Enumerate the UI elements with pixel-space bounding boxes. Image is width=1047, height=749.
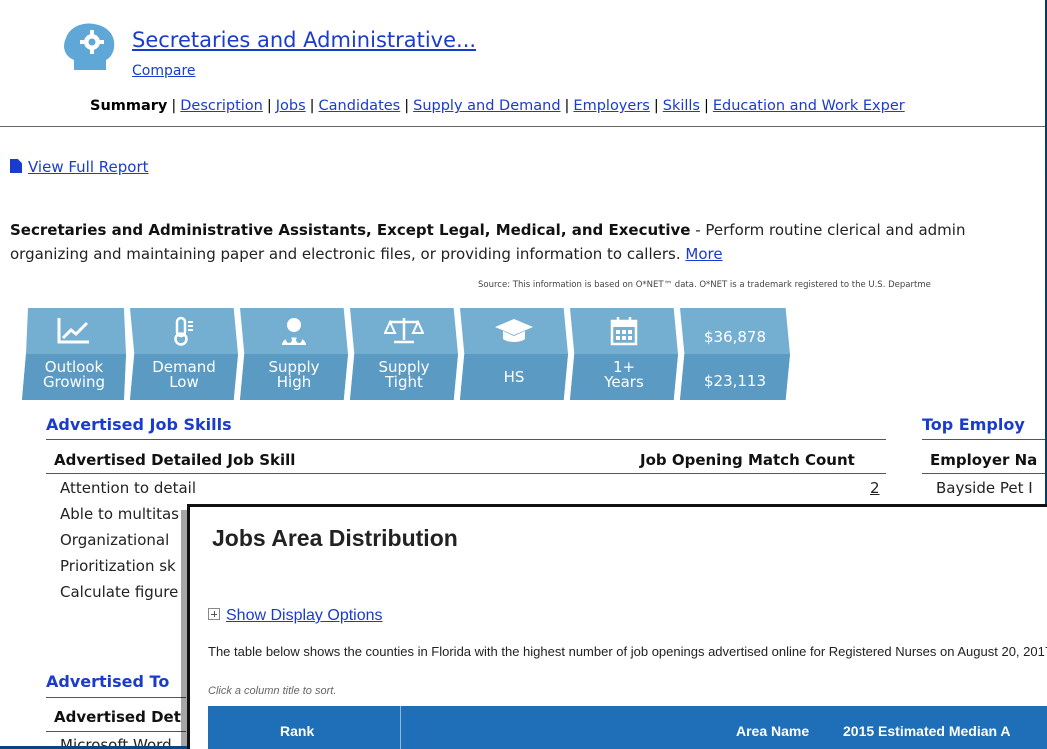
column-rank[interactable]: Rank <box>280 723 314 739</box>
overlay-description: The table below shows the counties in Fl… <box>208 644 1047 659</box>
wage-high: $36,878 <box>703 328 767 346</box>
overlay-title: Jobs Area Distribution <box>212 525 458 551</box>
employers-column-header[interactable]: Employer Na <box>930 451 1037 469</box>
wage-low: $23,113 <box>703 372 767 390</box>
scales-icon <box>384 318 424 344</box>
employer-name: Bayside Pet I <box>936 479 1033 497</box>
employers-heading: Top Employ <box>922 415 1025 434</box>
tab-description[interactable]: Description <box>180 98 263 114</box>
tile-supply-line2: High <box>276 373 312 391</box>
divider <box>46 439 886 440</box>
skill-name: Calculate figure <box>60 583 179 601</box>
tile-demand[interactable]: Demand Low <box>130 308 238 400</box>
occupation-description: Secretaries and Administrative Assistant… <box>10 218 1045 266</box>
tile-education-label: HS <box>503 368 525 386</box>
graduation-cap-icon <box>495 319 533 342</box>
source-note: Source: This information is based on O*N… <box>478 280 931 290</box>
divider <box>922 439 1045 440</box>
tab-supply-and-demand[interactable]: Supply and Demand <box>413 98 560 114</box>
tab-skills[interactable]: Skills <box>663 98 700 114</box>
show-display-options[interactable]: Show Display Options <box>208 607 383 625</box>
tab-bar: Summary | Description | Jobs | Candidates | Supp… <box>90 98 905 114</box>
people-icon <box>282 318 306 345</box>
tile-education[interactable]: HS <box>460 308 568 400</box>
more-link[interactable]: More <box>685 245 722 263</box>
tool-name: Microsoft Word <box>60 736 172 746</box>
divider <box>0 126 1045 127</box>
tile-outlook[interactable]: Outlook Growing <box>22 308 126 400</box>
show-display-options-label[interactable]: Show Display Options <box>226 607 383 624</box>
jobs-area-distribution-window: Jobs Area Distribution Show Display Opti… <box>187 504 1047 749</box>
tile-outlook-line2: Growing <box>42 373 106 391</box>
sort-hint: Click a column title to sort. <box>208 685 337 697</box>
skills-column-header-count[interactable]: Job Opening Match Count <box>640 451 855 469</box>
view-full-report-link[interactable]: View Full Report <box>28 158 149 176</box>
tile-experience[interactable]: 1+ Years <box>570 308 678 400</box>
occupation-name: Secretaries and Administrative Assistant… <box>10 221 691 239</box>
divider <box>46 473 886 474</box>
expand-icon <box>208 608 220 620</box>
tile-supply[interactable]: Supply High <box>240 308 348 400</box>
tile-experience-line2: Years <box>604 373 644 391</box>
tab-employers[interactable]: Employers <box>573 98 649 114</box>
skill-name: Prioritization sk <box>60 557 176 575</box>
tab-education[interactable]: Education and Work Exper <box>713 98 905 114</box>
occupation-title-link[interactable]: Secretaries and Administrative... <box>132 28 476 52</box>
divider <box>922 473 1045 474</box>
skill-count-link[interactable]: 2 <box>870 479 880 497</box>
tab-summary[interactable]: Summary <box>90 98 167 114</box>
thermometer-icon <box>174 316 193 346</box>
calendar-icon <box>610 317 638 346</box>
skills-heading: Advertised Job Skills <box>46 415 232 434</box>
skill-name: Organizational <box>60 531 170 549</box>
divider <box>46 731 186 732</box>
description-text-1: - Perform routine clerical and admin <box>690 221 966 239</box>
skills-column-header-skill[interactable]: Advertised Detailed Job Skill <box>54 451 295 469</box>
brain-gear-icon <box>64 23 115 70</box>
view-report[interactable]: View Full Report <box>10 158 149 176</box>
description-text-2: organizing and maintaining paper and ele… <box>10 245 681 263</box>
document-icon <box>10 159 22 173</box>
skill-name: Able to multitas <box>60 505 179 523</box>
tab-jobs[interactable]: Jobs <box>276 98 306 114</box>
tools-heading: Advertised To <box>46 672 170 691</box>
chart-trend-icon <box>57 318 89 344</box>
column-divider <box>400 706 401 749</box>
column-median[interactable]: 2015 Estimated Median A <box>843 723 1011 739</box>
tile-demand-line2: Low <box>169 373 199 391</box>
tile-supply-tight-line2: Tight <box>385 373 423 391</box>
column-area-name[interactable]: Area Name <box>736 723 809 739</box>
tools-column-header[interactable]: Advertised Det <box>54 708 181 726</box>
table-header: Rank Area Name 2015 Estimated Median A <box>208 706 1047 749</box>
skill-name: Attention to detail <box>60 479 196 497</box>
tab-candidates[interactable]: Candidates <box>319 98 401 114</box>
tile-wages[interactable]: $36,878 $23,113 <box>680 308 790 400</box>
compare-link[interactable]: Compare <box>132 63 196 79</box>
tile-supply-tight[interactable]: Supply Tight <box>350 308 458 400</box>
divider <box>46 697 186 698</box>
